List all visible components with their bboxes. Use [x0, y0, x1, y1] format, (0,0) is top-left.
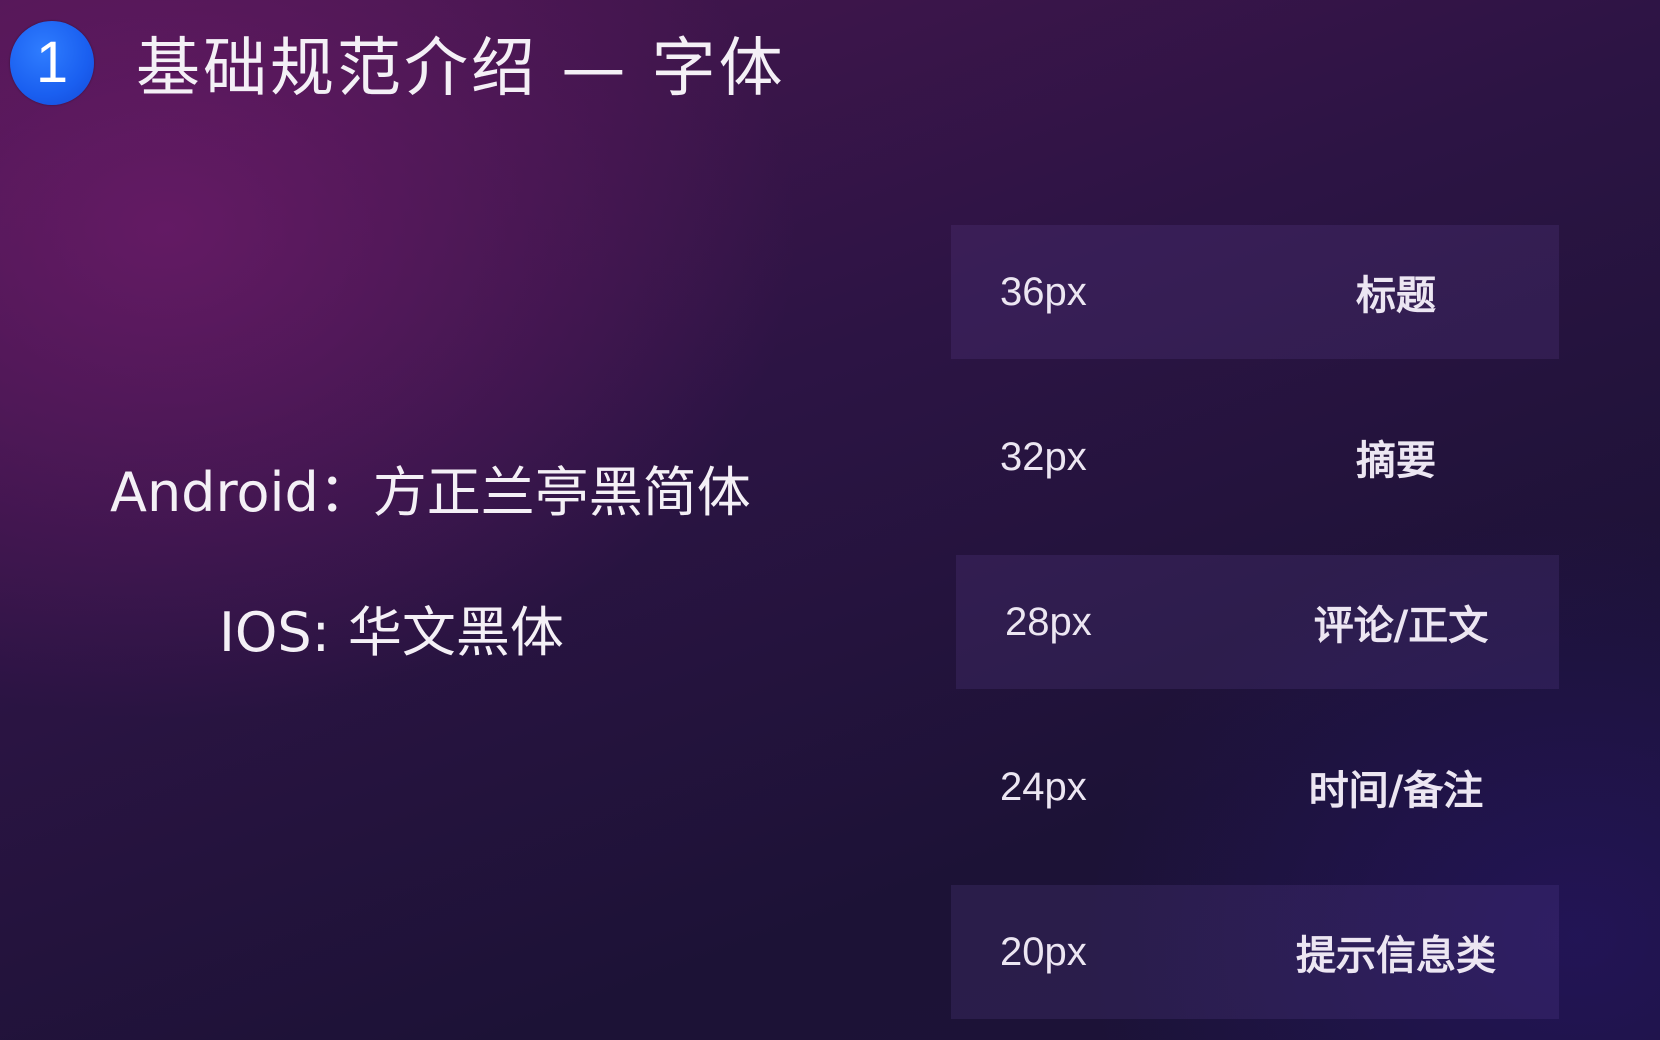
- type-usage: 标题: [1356, 273, 1436, 319]
- type-size: 24px: [1000, 764, 1087, 809]
- slide-header: 1 基础规范介绍 — 字体: [10, 20, 786, 106]
- ios-font-name: 华文黑体: [347, 601, 564, 664]
- type-usage: 摘要: [1356, 438, 1436, 484]
- type-usage: 时间/备注: [1308, 768, 1484, 814]
- ios-label: IOS:: [219, 601, 330, 664]
- section-number-badge: 1: [10, 21, 94, 105]
- type-row: 20px 提示信息类: [951, 885, 1559, 1019]
- slide-title: 基础规范介绍 — 字体: [136, 32, 786, 106]
- type-row: 36px 标题: [951, 225, 1559, 359]
- type-row: 28px 评论/正文: [956, 555, 1559, 689]
- type-scale-table: 36px 标题 32px 摘要 28px 评论/正文 24px 时间/备注 20…: [951, 225, 1559, 1019]
- type-size: 32px: [1000, 434, 1087, 479]
- type-row: 24px 时间/备注: [951, 720, 1559, 854]
- type-usage: 评论/正文: [1313, 603, 1489, 649]
- android-font-name: 方正兰亭黑简体: [372, 461, 751, 524]
- type-size: 28px: [1005, 599, 1092, 644]
- android-font-line: Android：方正兰亭黑简体: [110, 448, 751, 527]
- type-row: 32px 摘要: [951, 390, 1559, 524]
- android-label: Android：: [110, 461, 373, 524]
- ios-font-line: IOS: 华文黑体: [219, 588, 564, 667]
- type-usage: 提示信息类: [1296, 933, 1496, 979]
- type-size: 20px: [1000, 929, 1087, 974]
- type-size: 36px: [1000, 269, 1087, 314]
